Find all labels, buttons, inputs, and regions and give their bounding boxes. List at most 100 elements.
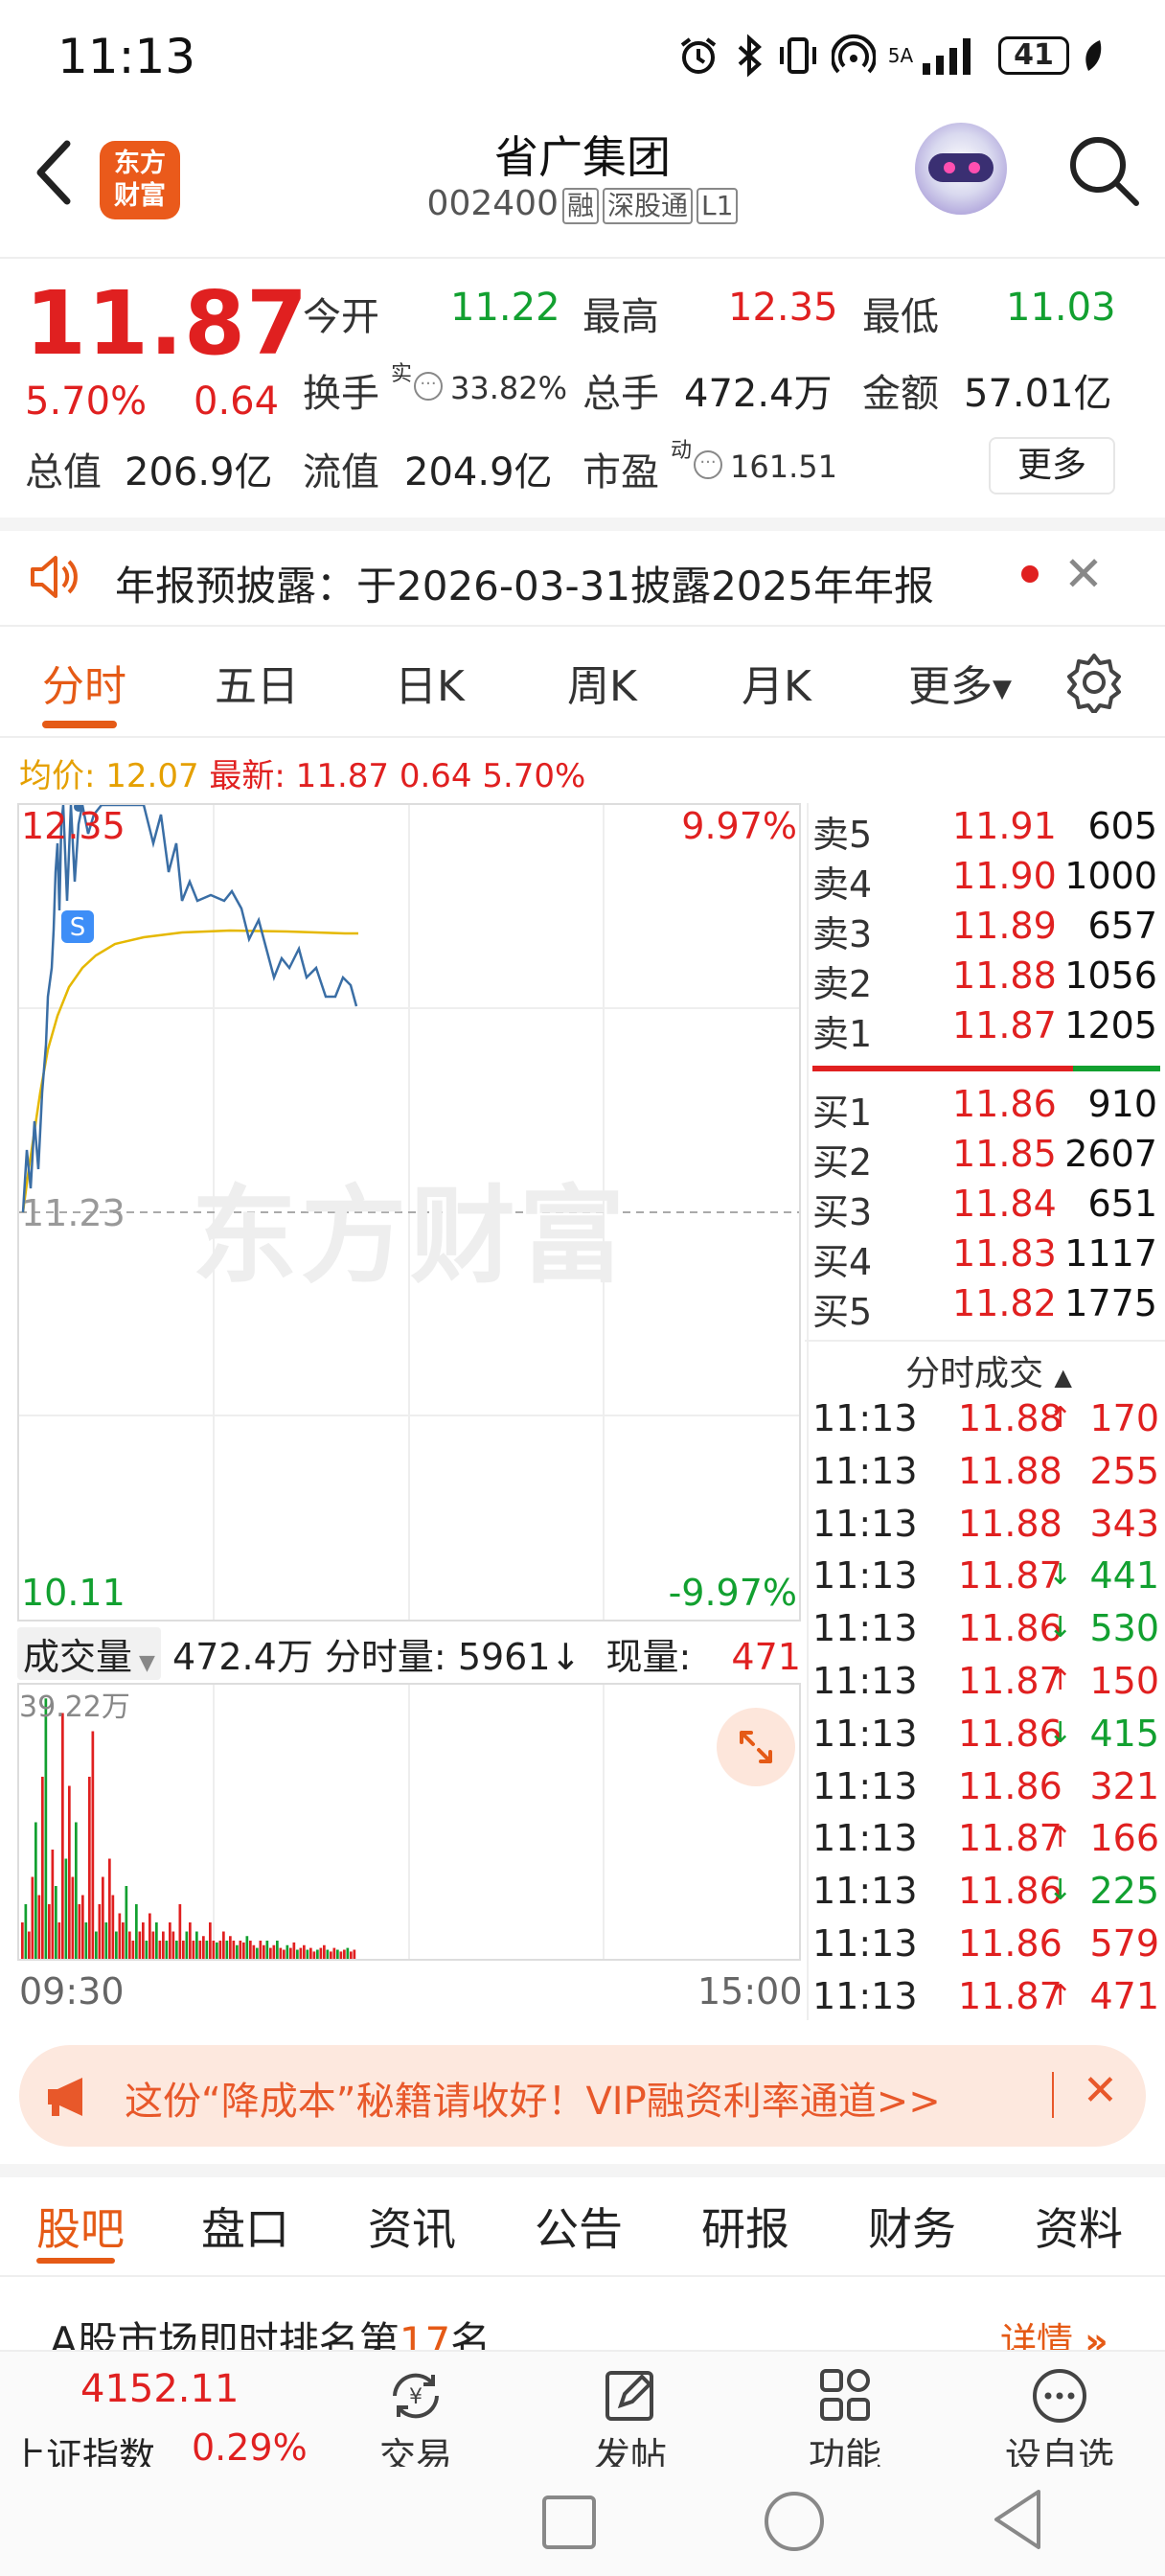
leaf-icon — [1077, 34, 1109, 77]
tick-direction: ↓ — [1048, 1611, 1073, 1645]
bid-row[interactable]: 买3 11.84 651 — [812, 1183, 1157, 1233]
bid-price: 11.85 — [952, 1133, 1057, 1175]
index-change-pct[interactable]: 0.29% — [192, 2426, 308, 2469]
tick-volume: 255 — [1089, 1449, 1159, 1492]
tab-announcements[interactable]: 公告 — [535, 2195, 623, 2258]
ask-price: 11.91 — [952, 805, 1057, 847]
ask-row[interactable]: 卖5 11.91 605 — [812, 805, 1157, 856]
current-volume-value: 471 — [731, 1636, 801, 1678]
tab-news[interactable]: 资讯 — [368, 2195, 456, 2258]
volume-bar — [169, 1922, 171, 1959]
tab-financials[interactable]: 财务 — [868, 2195, 956, 2258]
pe-label: 市盈 — [582, 450, 659, 494]
volume-bar — [88, 1777, 91, 1959]
tick-volume: 150 — [1089, 1660, 1159, 1702]
ask-row[interactable]: 卖2 11.88 1056 — [812, 954, 1157, 1005]
notice-text[interactable]: 年报预披露：于2026-03-31披露2025年年报 — [115, 554, 934, 612]
ask-row[interactable]: 卖4 11.90 1000 — [812, 855, 1157, 906]
trade-button[interactable]: ¥ 交易 — [349, 2367, 483, 2479]
ask-row[interactable]: 卖1 11.87 1205 — [812, 1004, 1157, 1055]
tick-volume: 166 — [1089, 1817, 1159, 1860]
tab-market-depth[interactable]: 盘口 — [201, 2195, 289, 2258]
edit-icon — [600, 2367, 661, 2425]
more-button[interactable]: 更多 — [989, 437, 1115, 494]
tick-price: 11.87 — [958, 1974, 1062, 2017]
functions-button[interactable]: 功能 — [778, 2367, 912, 2479]
close-icon[interactable]: ✕ — [1063, 546, 1104, 602]
current-volume-label: 现量: — [605, 1636, 692, 1678]
volume-header: 成交量 ▼ 472.4万 分时量: 5961↓ 现量: 471 — [17, 1627, 801, 1680]
info-icon[interactable]: ··· — [694, 450, 722, 479]
tick-row: 11:13 11.86 ↓ 415 — [812, 1713, 1159, 1764]
ai-assistant-avatar[interactable] — [915, 123, 1007, 215]
tick-price: 11.87 — [958, 1554, 1062, 1598]
bid-row[interactable]: 买5 11.82 1775 — [812, 1282, 1157, 1333]
tab-five-day[interactable]: 五日 — [215, 652, 299, 713]
recent-apps-button[interactable] — [542, 2496, 596, 2549]
tick-volume-value: 5961 — [457, 1636, 551, 1678]
ask-row[interactable]: 卖3 11.89 657 — [812, 905, 1157, 955]
volume-bar — [115, 1931, 118, 1959]
tab-research[interactable]: 研报 — [701, 2195, 789, 2258]
volume-bar — [263, 1944, 265, 1959]
bluetooth-icon — [730, 34, 768, 78]
expand-icon[interactable] — [717, 1708, 795, 1786]
search-icon[interactable] — [1063, 130, 1144, 211]
speaker-icon — [27, 550, 84, 604]
volume-bar — [21, 1922, 24, 1959]
bid-row[interactable]: 买2 11.85 2607 — [812, 1133, 1157, 1184]
divider — [0, 518, 1165, 531]
pe-value: 161.51 — [730, 448, 837, 485]
info-icon[interactable]: ··· — [414, 372, 443, 401]
tick-row: 11:13 11.87 ↓ 441 — [812, 1554, 1159, 1606]
post-button[interactable]: 发帖 — [563, 2367, 697, 2479]
ticks-title[interactable]: 分时成交 ▲ — [812, 1346, 1165, 1395]
bid-level: 买3 — [812, 1191, 873, 1233]
tab-daily-k[interactable]: 日K — [395, 652, 465, 713]
tab-monthly-k[interactable]: 月K — [742, 652, 811, 713]
tick-volume: 415 — [1089, 1712, 1159, 1755]
close-icon[interactable]: ✕ — [1083, 2066, 1118, 2115]
home-button[interactable] — [765, 2492, 824, 2551]
volume-bar — [269, 1947, 272, 1959]
volume-chart[interactable] — [17, 1683, 801, 1961]
add-watchlist-button[interactable]: 设自选 — [993, 2367, 1127, 2479]
volume-bar — [256, 1947, 259, 1959]
volume-bar — [279, 1947, 283, 1959]
volume-indicator-select[interactable]: 成交量 ▼ — [17, 1627, 161, 1680]
bid-row[interactable]: 买4 11.83 1117 — [812, 1232, 1157, 1283]
tab-intraday[interactable]: 分时 — [42, 652, 126, 713]
tab-profile[interactable]: 资料 — [1035, 2195, 1123, 2258]
bid-row[interactable]: 买1 11.86 910 — [812, 1083, 1157, 1134]
volume-bar — [316, 1949, 319, 1959]
tick-price: 11.88 — [958, 1449, 1062, 1492]
tick-time: 11:13 — [812, 1660, 918, 1702]
volume-value: 472.4万 — [684, 372, 833, 416]
tick-volume: 579 — [1089, 1922, 1159, 1965]
gear-icon[interactable] — [1063, 652, 1125, 715]
volume-bar — [299, 1947, 303, 1959]
marker-label: S — [70, 913, 86, 942]
tab-weekly-k[interactable]: 周K — [567, 652, 637, 713]
volume-bar — [178, 1904, 182, 1959]
chart-top-pct: 9.97% — [681, 805, 797, 847]
promo-text[interactable]: 这份“降成本”秘籍请收好！VIP融资利率通道>> — [125, 2070, 941, 2126]
tab-more[interactable]: 更多▼ — [908, 652, 1012, 713]
tick-row: 11:13 11.87 ↑ 150 — [812, 1660, 1159, 1712]
latest-price-label: 最新: 11.87 0.64 5.70% — [209, 757, 586, 795]
volume-bar — [151, 1931, 155, 1959]
back-nav-button[interactable] — [991, 2488, 1044, 2551]
change-amount: 0.64 — [194, 380, 280, 424]
tick-time: 11:13 — [812, 1554, 918, 1598]
last-price: 11.87 — [25, 272, 309, 375]
volume-bar — [265, 1941, 269, 1959]
high-value: 12.35 — [728, 286, 838, 330]
tab-forum[interactable]: 股吧 — [36, 2195, 125, 2258]
tick-direction: ↓ — [1048, 1715, 1073, 1750]
index-value[interactable]: 4152.11 — [80, 2367, 239, 2411]
volume-bar — [292, 1942, 296, 1959]
ask-price: 11.88 — [952, 954, 1057, 997]
volume-bar — [55, 1886, 57, 1959]
volume-bar — [104, 1922, 108, 1959]
open-value: 11.22 — [450, 286, 560, 330]
